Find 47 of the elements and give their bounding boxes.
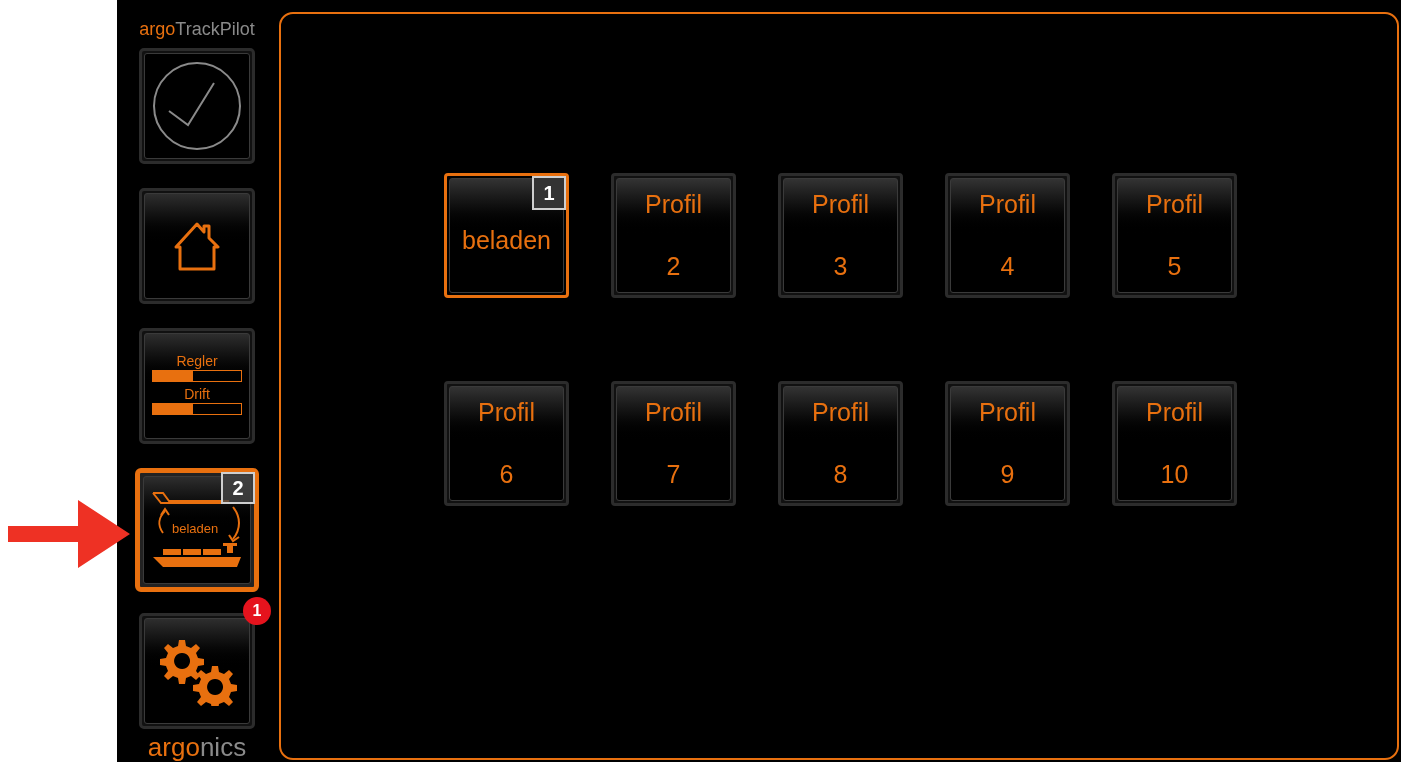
profile-label: Profil [1146,397,1203,427]
profile-number: 7 [666,459,681,489]
profile-button[interactable]: Profil 3 [778,173,903,298]
profile-label: Profil [979,397,1036,427]
meter-label: Regler [176,353,218,370]
profile-number: 4 [1000,251,1015,281]
arrow-icon [8,500,130,568]
brand-text: TrackPilot [175,18,255,40]
profile-number: 8 [833,459,848,489]
logo-text: argo [147,733,200,761]
profile-label: Profil [645,397,702,427]
profile-number: 5 [1167,251,1182,281]
profile-label: Profil [478,397,535,427]
profile-button[interactable]: Profil 4 [945,173,1070,298]
profile-label: Profil [1146,189,1203,219]
sidebar-button[interactable] [139,48,255,164]
profile-button[interactable]: Profil 5 [1112,173,1237,298]
profile-label: Profil [812,189,869,219]
profile-number: 6 [499,459,514,489]
profile-button[interactable]: Profil 6 [444,381,569,506]
number-badge: 2 [221,472,255,504]
profile-button[interactable]: beladen 1 [444,173,569,298]
meter-label: Drift [184,386,210,403]
notification-badge: 1 [243,597,271,625]
sidebar-button[interactable] [139,188,255,304]
profile-number: 9 [1000,459,1015,489]
profile-button[interactable]: Profil 2 [611,173,736,298]
sidebar-button[interactable]: beladen 2 [135,468,259,592]
profile-label: Profil [812,397,869,427]
profile-number: 3 [833,251,848,281]
profile-button[interactable]: Profil 7 [611,381,736,506]
number-badge: 1 [532,176,566,210]
sidebar-button[interactable]: Regler Drift [139,328,255,444]
profile-button[interactable]: Profil 10 [1112,381,1237,506]
profile-label: beladen [172,521,219,537]
profile-number: 2 [666,251,681,281]
logo-text: nics [199,733,247,761]
profile-button[interactable]: Profil 9 [945,381,1070,506]
profile-label: beladen [462,225,551,255]
profile-button[interactable]: Profil 8 [778,381,903,506]
home-icon [174,221,220,271]
check-icon [152,61,242,151]
profile-label: Profil [645,189,702,219]
sidebar-button[interactable] [139,613,255,729]
profile-label: Profil [979,189,1036,219]
brand-text: argo [139,18,176,40]
profile-number: 10 [1160,459,1189,489]
